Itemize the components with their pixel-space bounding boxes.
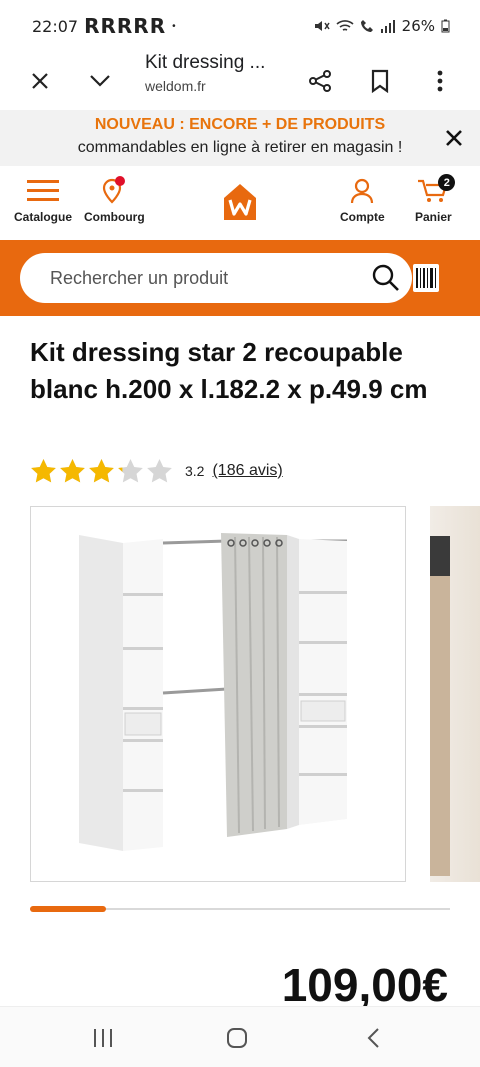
product-image[interactable]	[30, 506, 406, 882]
star-icon	[60, 459, 85, 483]
wifi-icon	[336, 20, 354, 31]
cart-count-badge: 2	[438, 174, 456, 191]
product-price: 109,00€	[281, 959, 448, 1011]
page-domain: weldom.fr	[145, 78, 206, 94]
status-carrier: RRRRR	[84, 14, 167, 38]
gallery-progress-fill	[30, 906, 106, 912]
back-button[interactable]	[360, 1025, 386, 1051]
mute-icon	[314, 21, 330, 31]
star-icon	[89, 459, 114, 483]
bookmark-button[interactable]	[360, 61, 400, 101]
user-icon	[351, 178, 374, 204]
search-placeholder: Rechercher un produit	[50, 267, 229, 288]
cart-label: Panier	[415, 210, 452, 224]
image-dark-area	[430, 536, 450, 576]
rating-score: 3.2	[185, 463, 205, 479]
page-title-block[interactable]: Kit dressing ... weldom.fr	[145, 52, 265, 94]
page-title: Kit dressing ...	[145, 52, 266, 73]
home-button[interactable]	[224, 1025, 250, 1051]
star-icon	[31, 459, 56, 483]
reviews-link[interactable]: (186 avis)	[212, 462, 282, 480]
product-rating: 3.2 (186 avis)	[30, 458, 283, 484]
recent-apps-button[interactable]	[90, 1025, 116, 1051]
more-vertical-icon	[437, 70, 443, 92]
chevron-down-icon	[90, 75, 110, 87]
status-time: 22:07	[32, 16, 79, 36]
account-button[interactable]: Compte	[340, 176, 385, 224]
promo-close-button[interactable]	[442, 126, 466, 150]
expand-button[interactable]	[80, 61, 120, 101]
barcode-scan-button[interactable]	[413, 264, 439, 292]
home-icon	[227, 1028, 247, 1048]
store-label: Combourg	[84, 210, 145, 224]
close-icon	[32, 73, 48, 89]
account-label: Compte	[340, 210, 385, 224]
hamburger-icon	[27, 180, 59, 201]
promo-banner: NOUVEAU : ENCORE + DE PRODUITS commandab…	[0, 110, 480, 166]
product-title: Kit dressing star 2 recoupable blanc h.2…	[30, 337, 428, 404]
search-button[interactable]	[372, 264, 400, 297]
rating-stars	[30, 458, 173, 484]
recent-apps-icon	[94, 1029, 112, 1047]
star-icon	[118, 459, 143, 483]
battery-percent: 26%	[401, 17, 435, 35]
close-tab-button[interactable]	[20, 61, 60, 101]
weldom-logo-icon	[224, 184, 256, 220]
signal-icon	[380, 20, 395, 33]
system-nav-bar	[0, 1006, 480, 1067]
wardrobe-illustration	[79, 533, 347, 851]
status-dot: •	[172, 20, 176, 32]
next-product-image[interactable]	[430, 506, 480, 882]
barcode-icon	[413, 264, 439, 292]
share-icon	[309, 70, 331, 92]
share-button[interactable]	[300, 61, 340, 101]
star-icon	[147, 459, 172, 483]
promo-subline: commandables en ligne à retirer en magas…	[77, 139, 403, 156]
call-icon	[360, 20, 373, 32]
battery-icon	[441, 19, 450, 33]
catalogue-button[interactable]: Catalogue	[14, 176, 72, 224]
weldom-logo[interactable]	[222, 182, 258, 222]
bookmark-icon	[371, 69, 389, 93]
search-input[interactable]: Rechercher un produit	[20, 253, 412, 303]
search-icon	[372, 264, 399, 291]
more-button[interactable]	[420, 61, 460, 101]
close-icon	[446, 130, 462, 146]
image-wall-area	[430, 576, 450, 876]
promo-headline: NOUVEAU : ENCORE + DE PRODUITS	[94, 116, 386, 133]
search-band: Rechercher un produit	[0, 240, 480, 316]
status-bar: 22:07 RRRRR • 26%	[0, 0, 480, 52]
site-header: Catalogue Combourg Compte 2 Panier	[0, 166, 480, 240]
catalogue-label: Catalogue	[14, 210, 73, 224]
location-pin-icon	[103, 176, 126, 204]
back-icon	[367, 1028, 379, 1048]
store-button[interactable]: Combourg	[84, 176, 145, 224]
browser-toolbar: Kit dressing ... weldom.fr	[0, 52, 480, 110]
status-right: 26%	[314, 17, 450, 35]
cart-button[interactable]: 2 Panier	[415, 174, 456, 224]
